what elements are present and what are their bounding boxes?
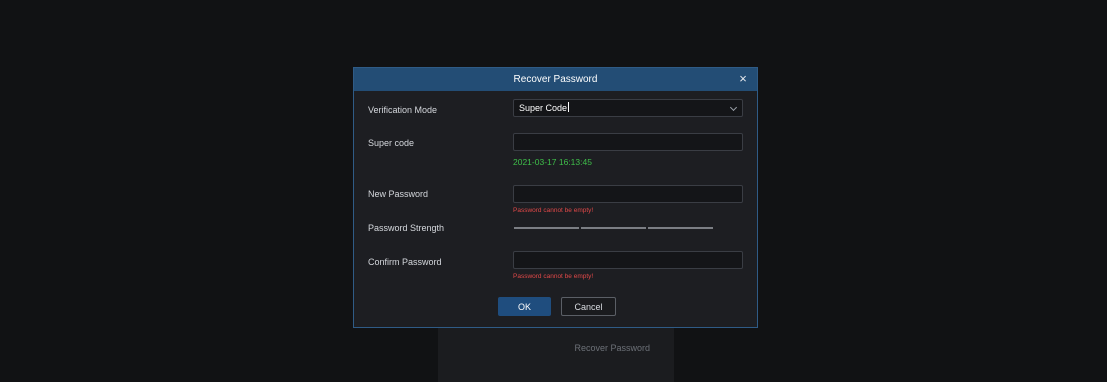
super-code-timestamp: 2021-03-17 16:13:45 (513, 157, 592, 167)
verification-mode-select[interactable]: Super Code (513, 99, 743, 117)
verification-mode-value: Super Code (519, 102, 570, 113)
confirm-password-label: Confirm Password (368, 257, 442, 267)
dialog-header: Recover Password × (354, 68, 757, 91)
ok-button[interactable]: OK (498, 297, 551, 316)
dialog-title: Recover Password (513, 74, 598, 85)
cancel-button[interactable]: Cancel (561, 297, 616, 316)
verification-mode-label: Verification Mode (368, 105, 438, 115)
confirm-password-field[interactable] (513, 251, 743, 270)
new-password-label: New Password (368, 189, 429, 199)
background-recover-password-link[interactable]: Recover Password (574, 343, 650, 353)
strength-bar-strong (648, 227, 713, 229)
chevron-down-icon (729, 103, 738, 112)
strength-bar-weak (514, 227, 579, 229)
super-code-field[interactable] (513, 133, 743, 152)
new-password-input[interactable] (514, 188, 742, 204)
strength-bar-medium (581, 227, 646, 229)
close-icon[interactable]: × (734, 70, 752, 88)
super-code-input[interactable] (514, 136, 742, 152)
new-password-field[interactable] (513, 185, 743, 204)
confirm-password-error: Password cannot be empty! (513, 273, 594, 280)
super-code-label: Super code (368, 138, 415, 148)
new-password-error: Password cannot be empty! (513, 207, 594, 214)
background-login-panel: Recover Password (438, 322, 674, 382)
confirm-password-input[interactable] (514, 254, 742, 270)
password-strength-label: Password Strength (368, 223, 445, 233)
recover-password-dialog: Recover Password × Verification Mode Sup… (353, 67, 758, 328)
